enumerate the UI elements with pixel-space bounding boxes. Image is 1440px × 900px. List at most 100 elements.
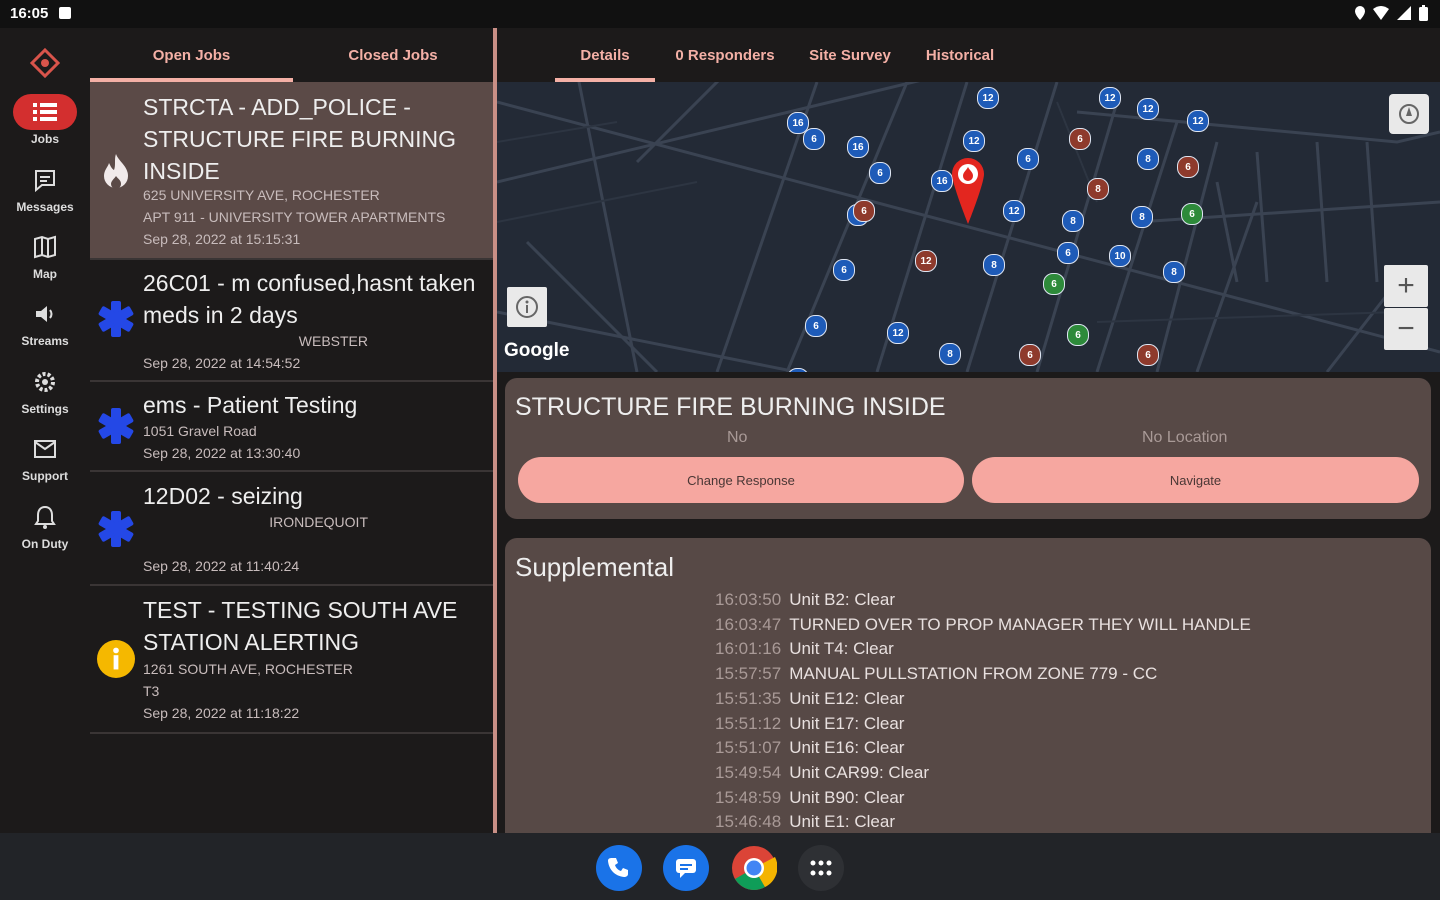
- tab-historical[interactable]: Historical: [915, 28, 1005, 82]
- supplemental-row: 15:57:57 MANUAL PULLSTATION FROM ZONE 779…: [715, 664, 1157, 684]
- supplemental-message: Unit E12: Clear: [789, 688, 905, 708]
- unit-marker[interactable]: 6: [1019, 344, 1041, 366]
- job-date: Sep 28, 2022 at 13:30:40: [143, 445, 301, 461]
- unit-marker[interactable]: 6: [1067, 324, 1089, 346]
- notification-icon: [59, 7, 71, 19]
- unit-marker[interactable]: 8: [1062, 210, 1084, 232]
- battery-icon: [1419, 5, 1428, 21]
- supplemental-message: TURNED OVER TO PROP MANAGER THEY WILL HA…: [789, 614, 1251, 634]
- gear-icon: [13, 364, 77, 400]
- job-item[interactable]: STRCTA - ADD_POLICE - STRUCTURE FIRE BUR…: [90, 82, 493, 260]
- chrome-icon[interactable]: [731, 845, 777, 891]
- unit-marker[interactable]: 6: [1043, 273, 1065, 295]
- signal-icon: [1397, 6, 1411, 20]
- supplemental-time: 16:03:50: [715, 590, 782, 609]
- tab-site-survey[interactable]: Site Survey: [795, 28, 905, 82]
- taskbar: [0, 833, 1440, 900]
- medical-star-icon: [97, 300, 135, 338]
- unit-marker[interactable]: 12: [963, 130, 985, 152]
- unit-marker[interactable]: 12: [1003, 200, 1025, 222]
- tab-open-jobs[interactable]: Open Jobs: [90, 28, 293, 82]
- job-title: TEST - TESTING SOUTH AVE STATION ALERTIN…: [143, 597, 458, 655]
- compass-icon[interactable]: [1389, 94, 1429, 134]
- unit-marker[interactable]: 8: [1087, 178, 1109, 200]
- rail-item-streams[interactable]: Streams: [0, 296, 90, 348]
- supplemental-time: 15:57:57: [715, 664, 782, 684]
- map-info-icon[interactable]: [507, 287, 547, 327]
- unit-marker[interactable]: 16: [931, 170, 953, 192]
- tab-responders[interactable]: 0 Responders: [665, 28, 785, 82]
- unit-marker[interactable]: 6: [1069, 128, 1091, 150]
- zoom-in-button[interactable]: +: [1384, 265, 1428, 307]
- navigate-button[interactable]: Navigate: [972, 457, 1419, 503]
- unit-marker[interactable]: 6: [805, 315, 827, 337]
- unit-marker[interactable]: 10: [1109, 245, 1131, 267]
- status-bar: 16:05: [0, 0, 1440, 28]
- unit-marker[interactable]: 12: [887, 322, 909, 344]
- details-pane: Details 0 Responders Site Survey Histori…: [497, 28, 1440, 848]
- rail-item-on-duty[interactable]: On Duty: [0, 499, 90, 551]
- rail-item-messages[interactable]: Messages: [0, 162, 90, 214]
- unit-marker[interactable]: 8: [939, 343, 961, 365]
- rail-item-support[interactable]: Support: [0, 431, 90, 483]
- unit-marker[interactable]: 6: [1137, 344, 1159, 366]
- unit-marker[interactable]: 8: [1137, 148, 1159, 170]
- messages-icon[interactable]: [663, 845, 709, 891]
- tab-details[interactable]: Details: [555, 28, 655, 82]
- job-title: ems - Patient Testing: [143, 392, 358, 418]
- rail-item-jobs[interactable]: Jobs: [0, 94, 90, 146]
- job-item[interactable]: 12D02 - seizing IRONDEQUOIT Sep 28, 2022…: [90, 470, 493, 586]
- rail-item-settings[interactable]: Settings: [0, 364, 90, 416]
- unit-marker[interactable]: 6: [869, 162, 891, 184]
- unit-marker[interactable]: 12: [915, 250, 937, 272]
- app-drawer-icon[interactable]: [798, 845, 844, 891]
- wifi-icon: [1373, 6, 1389, 20]
- unit-marker[interactable]: 6: [803, 128, 825, 150]
- incident-pin-icon[interactable]: [952, 158, 984, 229]
- supplemental-time: 15:51:12: [715, 713, 782, 733]
- bell-icon: [13, 499, 77, 535]
- supplemental-row: 16:01:16 Unit T4: Clear: [715, 639, 894, 659]
- supplemental-message: Unit T4: Clear: [789, 639, 894, 659]
- supplemental-message: Unit CAR99: Clear: [789, 762, 930, 782]
- unit-marker[interactable]: 6: [1177, 156, 1199, 178]
- zoom-out-button[interactable]: −: [1384, 308, 1428, 350]
- unit-marker[interactable]: 8: [1163, 261, 1185, 283]
- unit-marker[interactable]: 12: [1137, 98, 1159, 120]
- job-tabs: Open Jobs Closed Jobs: [90, 28, 493, 82]
- location-value: No Location: [1142, 429, 1228, 446]
- unit-marker[interactable]: 6: [1017, 148, 1039, 170]
- incident-map[interactable]: 1212121216616126166686812886661286108666…: [497, 82, 1440, 372]
- change-response-button[interactable]: Change Response: [518, 457, 964, 503]
- supplemental-message: Unit E1: Clear: [789, 812, 896, 832]
- supplemental-row: 16:03:50 Unit B2: Clear: [715, 590, 895, 610]
- unit-marker[interactable]: 6: [833, 259, 855, 281]
- supplemental-time: 16:03:47: [715, 614, 782, 634]
- job-address: 625 UNIVERSITY AVE, ROCHESTER: [143, 187, 380, 203]
- job-item[interactable]: 26C01 - m confused,hasnt taken meds in 2…: [90, 258, 493, 382]
- rail-label: Streams: [21, 334, 69, 348]
- job-item[interactable]: TEST - TESTING SOUTH AVE STATION ALERTIN…: [90, 584, 493, 734]
- unit-marker[interactable]: 12: [1099, 87, 1121, 109]
- unit-marker[interactable]: 6: [1057, 242, 1079, 264]
- unit-marker[interactable]: 6: [1181, 203, 1203, 225]
- supplemental-time: 15:51:07: [715, 738, 782, 758]
- unit-marker[interactable]: 12: [1187, 110, 1209, 132]
- nav-rail: Jobs Messages Map Streams Settings Suppo…: [0, 28, 90, 833]
- supplemental-message: Unit B90: Clear: [789, 787, 905, 807]
- unit-marker[interactable]: 16: [847, 136, 869, 158]
- job-item[interactable]: ems - Patient Testing 1051 Gravel Road S…: [90, 380, 493, 472]
- phone-icon[interactable]: [596, 845, 642, 891]
- unit-marker[interactable]: 8: [1131, 206, 1153, 228]
- unit-marker[interactable]: 12: [977, 87, 999, 109]
- tab-closed-jobs[interactable]: Closed Jobs: [293, 28, 493, 82]
- unit-marker[interactable]: 8: [983, 254, 1005, 276]
- supplemental-card: Supplemental 16:03:50 Unit B2: Clear 16:03…: [505, 538, 1431, 848]
- supplemental-row: 15:46:48 Unit E1: Clear: [715, 812, 895, 832]
- rail-item-map[interactable]: Map: [0, 229, 90, 281]
- unit-marker[interactable]: 6: [853, 200, 875, 222]
- incident-card: STRUCTURE FIRE BURNING INSIDE No No Loca…: [505, 378, 1431, 519]
- job-date: Sep 28, 2022 at 11:18:22: [143, 705, 300, 721]
- map-icon: [13, 229, 77, 265]
- job-address: 1261 SOUTH AVE, ROCHESTER: [143, 661, 353, 677]
